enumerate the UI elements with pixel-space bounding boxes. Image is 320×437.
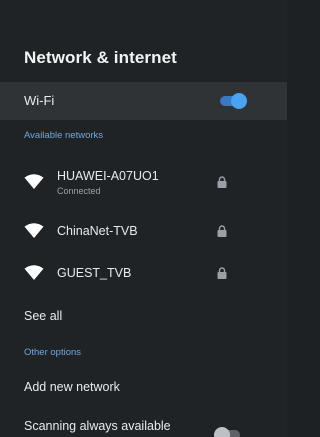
wifi-full-icon — [24, 223, 44, 238]
network-name: ChinaNet-TVB — [57, 224, 138, 238]
scanning-always-available-label: Scanning always available — [24, 419, 171, 433]
see-all-link[interactable]: See all — [24, 309, 62, 323]
network-item-chinanet[interactable]: ChinaNet-TVB — [0, 214, 287, 248]
wifi-full-icon — [24, 265, 44, 280]
toggle-thumb — [231, 93, 247, 109]
network-item-huawei[interactable]: HUAWEI-A07UO1 Connected — [0, 166, 287, 200]
add-new-network-button[interactable]: Add new network — [24, 380, 120, 394]
network-status: Connected — [57, 186, 101, 196]
network-item-guest[interactable]: GUEST_TVB — [0, 256, 287, 290]
lock-icon — [217, 267, 227, 279]
toggle-on-icon[interactable] — [218, 93, 247, 109]
toggle-off-icon[interactable] — [214, 427, 242, 437]
wifi-full-icon — [24, 174, 44, 189]
available-networks-header: Available networks — [24, 130, 104, 141]
network-name: GUEST_TVB — [57, 266, 132, 280]
wifi-label: Wi-Fi — [24, 93, 55, 108]
network-name: HUAWEI-A07UO1 — [57, 169, 159, 183]
other-options-header: Other options — [24, 347, 82, 358]
network-settings-panel: Network & internet Wi-Fi Available netwo… — [0, 0, 287, 437]
page-title: Network & internet — [24, 48, 177, 67]
lock-icon — [217, 176, 227, 188]
lock-icon — [217, 225, 227, 237]
toggle-thumb — [214, 427, 230, 437]
wifi-toggle-row[interactable]: Wi-Fi — [0, 82, 287, 120]
